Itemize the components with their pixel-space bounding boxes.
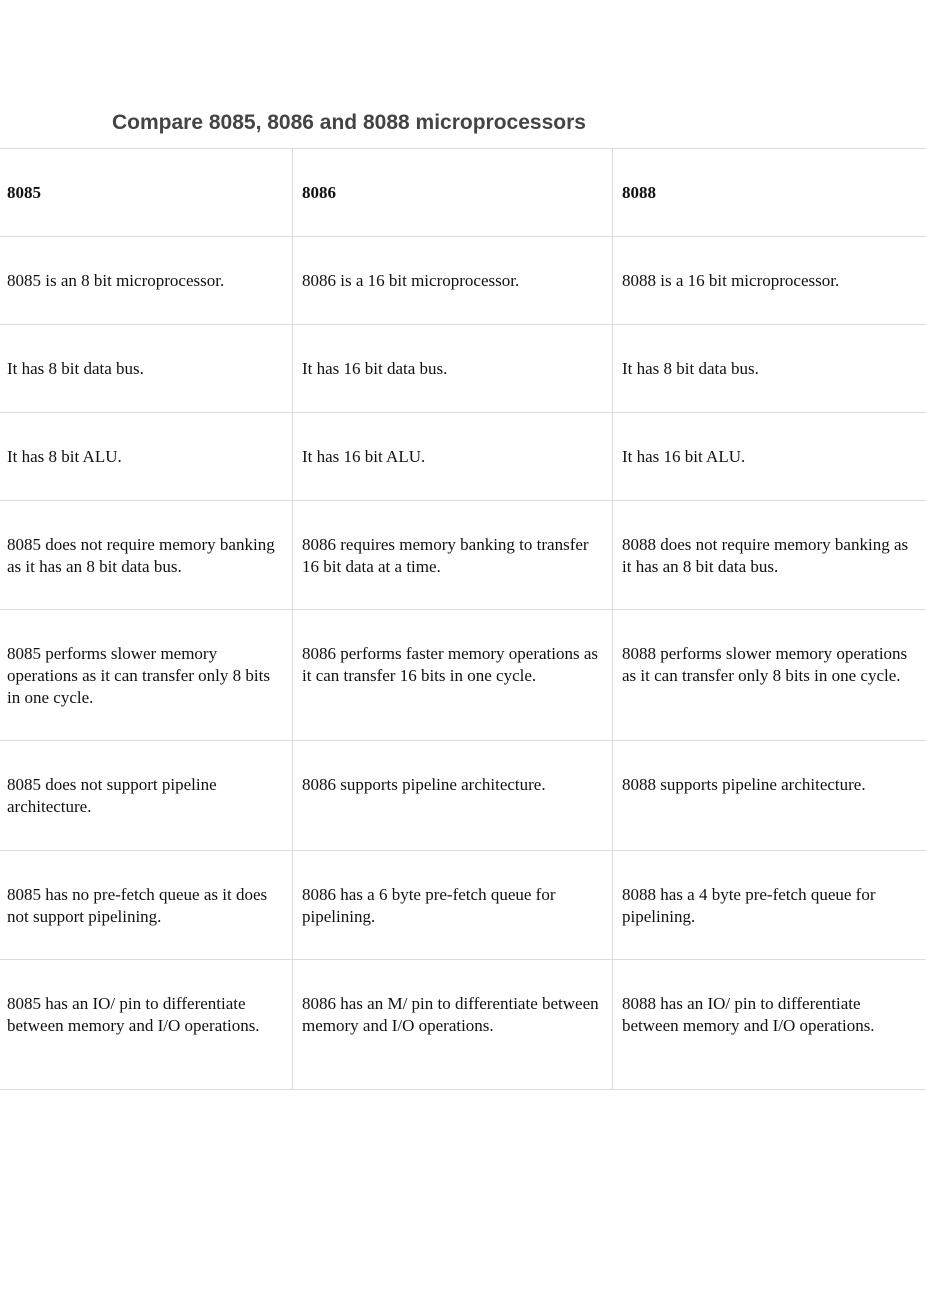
table-cell: 8086 has an M/ pin to differentiate betw… bbox=[292, 960, 612, 1089]
table-cell: 8085 does not require memory banking as … bbox=[7, 535, 275, 576]
table-row: 8085 is an 8 bit microprocessor. 8086 is… bbox=[0, 236, 926, 324]
table-cell: It has 16 bit ALU. bbox=[292, 413, 612, 500]
table-cell: 8088 is a 16 bit microprocessor. bbox=[612, 237, 926, 324]
comparison-table: 8085 8086 8088 8085 is an 8 bit micropro… bbox=[0, 148, 926, 1090]
table-cell: It has 16 bit data bus. bbox=[292, 325, 612, 412]
table-cell: 8088 performs slower memory operations a… bbox=[612, 610, 926, 740]
table-row: 8085 performs slower memory operations a… bbox=[0, 609, 926, 740]
table-row: 8085 does not require memory banking as … bbox=[0, 500, 926, 609]
header-cell-8088: 8088 bbox=[612, 149, 926, 236]
table-cell: 8085 does not support pipeline architect… bbox=[7, 775, 217, 816]
page-title: Compare 8085, 8086 and 8088 microprocess… bbox=[112, 111, 586, 134]
table-row: 8085 has no pre-fetch queue as it does n… bbox=[0, 850, 926, 959]
table-cell: It has 16 bit ALU. bbox=[612, 413, 926, 500]
table-cell: 8086 performs faster memory operations a… bbox=[292, 610, 612, 740]
table-cell: It has 8 bit data bus. bbox=[612, 325, 926, 412]
table-cell: 8086 supports pipeline architecture. bbox=[292, 741, 612, 850]
table-row: 8085 does not support pipeline architect… bbox=[0, 740, 926, 850]
table-cell: 8085 has no pre-fetch queue as it does n… bbox=[7, 885, 268, 926]
table-header-row: 8085 8086 8088 bbox=[0, 148, 926, 236]
table-cell: 8086 is a 16 bit microprocessor. bbox=[292, 237, 612, 324]
table-cell: 8088 does not require memory banking as … bbox=[612, 501, 926, 609]
table-cell: 8086 requires memory banking to transfer… bbox=[292, 501, 612, 609]
table-cell: 8085 is an 8 bit microprocessor. bbox=[7, 271, 225, 290]
header-cell-8086: 8086 bbox=[292, 149, 612, 236]
table-cell: 8088 has an IO/ pin to differentiate bet… bbox=[612, 960, 926, 1089]
table-cell: It has 8 bit data bus. bbox=[7, 359, 144, 378]
table-cell: 8088 supports pipeline architecture. bbox=[612, 741, 926, 850]
table-row: It has 8 bit data bus. It has 16 bit dat… bbox=[0, 324, 926, 412]
table-cell: 8085 has an IO/ pin to differentiate bet… bbox=[7, 994, 260, 1035]
table-cell: 8088 has a 4 byte pre-fetch queue for pi… bbox=[612, 851, 926, 959]
table-row: 8085 has an IO/ pin to differentiate bet… bbox=[0, 959, 926, 1090]
table-cell: 8085 performs slower memory operations a… bbox=[7, 644, 270, 707]
header-cell-8085: 8085 bbox=[7, 183, 41, 202]
table-row: It has 8 bit ALU. It has 16 bit ALU. It … bbox=[0, 412, 926, 500]
table-cell: 8086 has a 6 byte pre-fetch queue for pi… bbox=[292, 851, 612, 959]
table-cell: It has 8 bit ALU. bbox=[7, 447, 122, 466]
